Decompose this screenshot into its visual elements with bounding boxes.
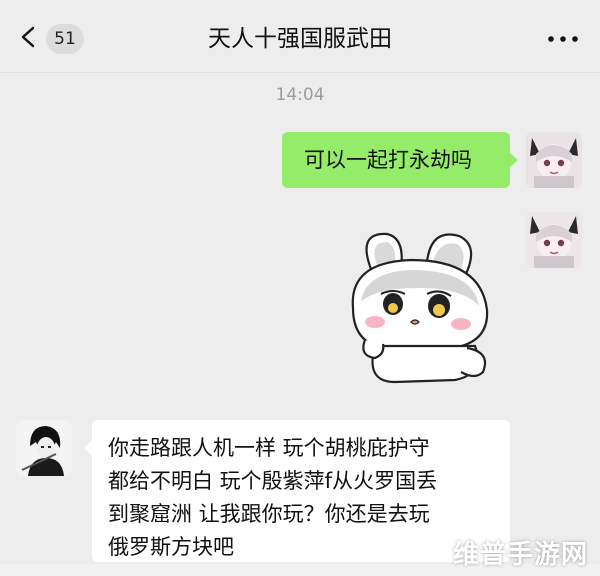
unread-count-badge[interactable]: 51 [46, 24, 84, 54]
message-line: 你走路跟人机一样 玩个胡桃庇护守 [108, 436, 430, 460]
site-watermark: 维普手游网 [452, 540, 588, 570]
message-line: 俄罗斯方块吧 [108, 535, 234, 559]
incoming-message-bubble[interactable]: 你走路跟人机一样 玩个胡桃庇护守 都给不明白 玩个殷紫萍f从火罗国丢 到聚窟洲 … [84, 420, 510, 562]
contact-avatar[interactable] [16, 420, 72, 476]
message-line: 都给不明白 玩个殷紫萍f从火罗国丢 [108, 469, 438, 493]
bunny-sticker[interactable] [335, 222, 505, 392]
back-chevron-icon[interactable] [18, 26, 40, 48]
more-dots-icon[interactable] [543, 33, 583, 45]
my-avatar[interactable] [526, 132, 582, 188]
chat-header: 51 天人十强国服武田 [0, 0, 600, 73]
outgoing-message-bubble[interactable]: 可以一起打永劫吗 [282, 132, 518, 188]
message-timestamp: 14:04 [275, 85, 325, 105]
chat-title: 天人十强国服武田 [208, 26, 392, 52]
message-line: 到聚窟洲 让我跟你玩？你还是去玩 [108, 502, 430, 526]
my-avatar[interactable] [526, 212, 582, 268]
